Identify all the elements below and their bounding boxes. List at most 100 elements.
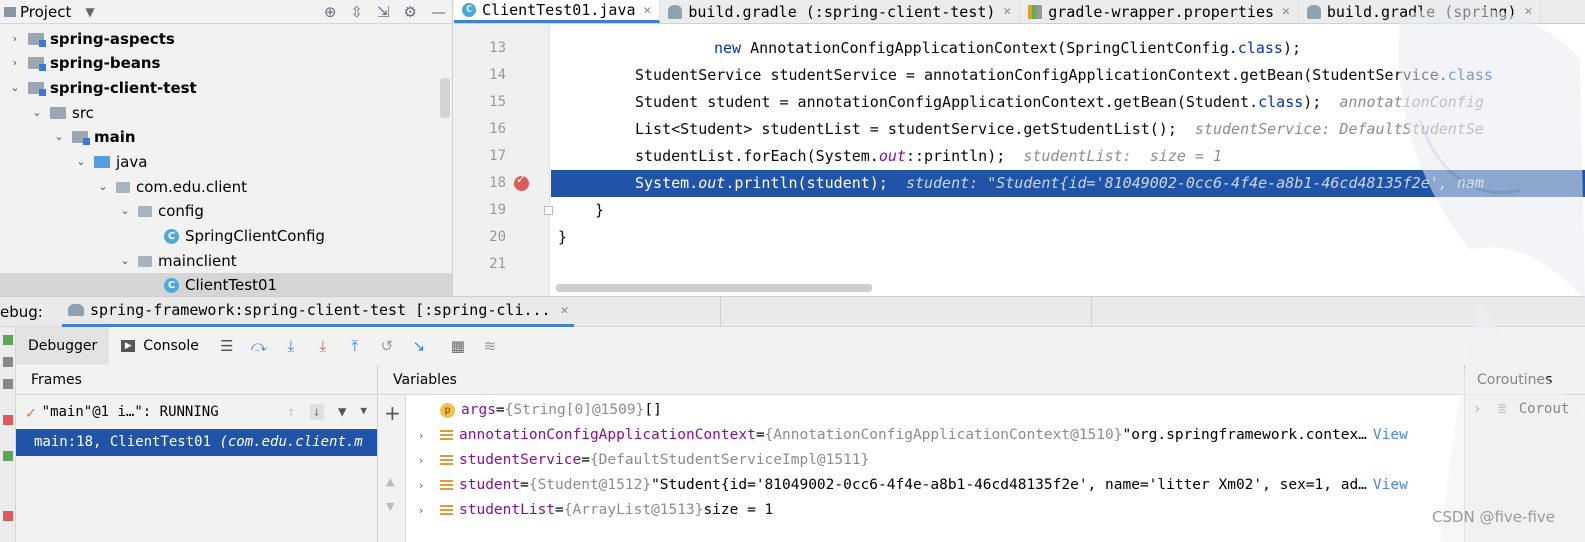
variable-row-studentlist[interactable]: › studentList = {ArrayList@1513} size = …	[414, 498, 1462, 523]
chevron-right-icon[interactable]: ›	[1473, 401, 1481, 417]
thread-selector[interactable]: ✓ "main"@1 i…": RUNNING ↑ ↓ ▼ ▼	[16, 395, 377, 429]
tree-item-springclientconfig[interactable]: C SpringClientConfig	[164, 224, 325, 248]
tree-item-java[interactable]: ⌄ java	[74, 150, 147, 174]
view-link[interactable]: View	[1373, 423, 1408, 448]
chevron-down-icon[interactable]: ⌄	[52, 125, 66, 149]
show-execution-point-icon[interactable]: ⤼	[250, 337, 268, 355]
chevron-down-icon[interactable]: ⌄	[8, 76, 22, 100]
resume-icon[interactable]	[3, 335, 13, 345]
close-icon[interactable]: ✕	[1003, 4, 1011, 19]
close-icon[interactable]: ✕	[561, 303, 569, 318]
tree-item-config[interactable]: ⌄ config	[118, 199, 204, 223]
fold-icon[interactable]	[544, 206, 553, 215]
tree-item-label: SpringClientConfig	[185, 227, 325, 245]
editor-horizontal-scrollbar[interactable]	[556, 284, 872, 292]
debug-session-tab[interactable]: spring-framework:spring-client-test [:sp…	[62, 296, 575, 327]
chevron-down-icon[interactable]: ▼	[360, 404, 367, 420]
close-icon[interactable]: ✕	[644, 3, 652, 18]
chevron-down-icon[interactable]: ⌄	[30, 101, 44, 125]
tab-console[interactable]: ▶ Console	[109, 327, 211, 365]
drop-frame-icon[interactable]: ↺	[378, 337, 396, 355]
close-icon[interactable]: ✕	[1282, 4, 1290, 19]
code-line-16[interactable]: List<Student> studentList = studentServi…	[558, 116, 1585, 143]
add-watch-icon[interactable]: +	[384, 401, 401, 425]
gear-icon[interactable]: ⚙	[404, 3, 417, 21]
variable-row-student[interactable]: › student = {Student@1512} "Student{id='…	[414, 473, 1462, 498]
chevron-right-icon[interactable]: ›	[414, 448, 428, 473]
step-into-icon[interactable]: ⤓	[314, 337, 332, 355]
chevron-down-icon[interactable]: ⌄	[96, 175, 110, 199]
line-number: 15	[489, 94, 506, 110]
tab-debugger[interactable]: Debugger	[16, 327, 110, 365]
project-title[interactable]: Project	[20, 3, 71, 21]
filter-icon[interactable]: ▼	[338, 404, 346, 420]
arrow-up-icon[interactable]: ▲	[386, 475, 394, 488]
variable-value: "org.springframework.contex…	[1122, 427, 1367, 443]
coroutine-row[interactable]: › ≣ Corout	[1465, 395, 1585, 423]
tree-item-clienttest01[interactable]: C ClientTest01	[0, 273, 452, 296]
tree-item-label: src	[72, 104, 94, 122]
variable-value: []	[644, 402, 662, 418]
arrow-down-icon[interactable]: ▼	[386, 500, 394, 513]
variable-type: {Student@1512}	[528, 477, 652, 493]
tree-item-com-edu-client[interactable]: ⌄ com.edu.client	[96, 175, 247, 199]
chevron-down-icon[interactable]: ⌄	[118, 199, 132, 223]
code-token: List<Student> studentList = studentServi…	[635, 120, 1195, 138]
trace-icon[interactable]: ≋	[481, 337, 499, 355]
run-to-cursor-icon[interactable]: ↘	[410, 337, 428, 355]
chevron-right-icon[interactable]: ›	[8, 51, 22, 75]
chevron-right-icon[interactable]: ›	[8, 27, 22, 51]
tree-item-main[interactable]: ⌄ main	[52, 125, 135, 149]
run-icon[interactable]	[3, 451, 13, 461]
editor: C ClientTest01.java ✕ build.gradle (:spr…	[454, 0, 1585, 296]
code-line-15[interactable]: Student student = annotationConfigApplic…	[558, 89, 1585, 116]
minimize-icon[interactable]: —	[431, 3, 446, 21]
tab-build-gradle-spring[interactable]: build.gradle (spring) ✕	[1299, 0, 1542, 23]
breakpoint-icon[interactable]	[514, 172, 529, 191]
chevron-down-icon[interactable]: ▼	[85, 5, 94, 19]
code-token: new	[714, 39, 751, 57]
variable-row-studentservice[interactable]: › studentService = {DefaultStudentServic…	[414, 448, 1462, 473]
tab-gradle-wrapper[interactable]: gradle-wrapper.properties ✕	[1020, 0, 1299, 23]
stop-icon[interactable]	[3, 511, 13, 521]
stack-frame-row[interactable]: main:18, ClientTest01 (com.edu.client.m	[16, 429, 377, 456]
chevron-right-icon[interactable]: ›	[414, 423, 428, 448]
view-breakpoints-icon[interactable]	[3, 415, 13, 425]
tab-clienttest01[interactable]: C ClientTest01.java ✕	[454, 0, 661, 23]
chevron-right-icon[interactable]: ›	[414, 473, 428, 498]
step-out-icon[interactable]: ⤒	[346, 337, 364, 355]
variable-row-annotationconfigapplicationcontext[interactable]: › annotationConfigApplicationContext = {…	[414, 423, 1462, 448]
tree-item-spring-client-test[interactable]: ⌄ spring-client-test	[8, 76, 196, 100]
evaluate-expression-icon[interactable]: ▦	[449, 337, 467, 355]
tree-item-label: spring-aspects	[50, 30, 175, 48]
tree-item-src[interactable]: ⌄ src	[30, 101, 94, 125]
code-line-18-current[interactable]: System.out.println(student); student: "S…	[551, 170, 1585, 197]
close-icon[interactable]: ✕	[1525, 4, 1533, 19]
code-token: System.	[635, 174, 699, 192]
menu-icon[interactable]: ☰	[218, 337, 236, 355]
pause-icon[interactable]	[3, 357, 13, 367]
locate-icon[interactable]: ⊕	[324, 3, 337, 21]
project-scrollbar[interactable]	[440, 78, 450, 118]
view-link[interactable]: View	[1373, 473, 1408, 498]
chevron-down-icon[interactable]: ⌄	[118, 249, 132, 273]
frames-title: Frames	[16, 365, 377, 395]
tree-item-mainclient[interactable]: ⌄ mainclient	[118, 249, 236, 273]
expand-all-icon[interactable]: ⇳	[350, 3, 363, 21]
arrow-up-icon[interactable]: ↑	[287, 404, 295, 420]
tab-build-gradle-client[interactable]: build.gradle (:spring-client-test) ✕	[660, 0, 1021, 23]
rerun-icon[interactable]	[3, 379, 13, 389]
code-line-14[interactable]: StudentService studentService = annotati…	[558, 62, 1585, 89]
code-line-17[interactable]: studentList.forEach(System.out::println)…	[558, 143, 1585, 170]
chevron-right-icon[interactable]: ›	[414, 498, 428, 523]
chevron-down-icon[interactable]: ⌄	[74, 150, 88, 174]
arrow-down-icon[interactable]: ↓	[309, 404, 324, 420]
code-line-13[interactable]: new AnnotationConfigApplicationContext(S…	[558, 35, 1585, 62]
step-over-icon[interactable]: ⤓	[282, 337, 300, 355]
tree-item-spring-beans[interactable]: › spring-beans	[8, 51, 161, 75]
code-line-19[interactable]: }	[558, 197, 1585, 224]
variable-row-args[interactable]: p args = {String[0]@1509} []	[414, 398, 1462, 423]
tree-item-spring-aspects[interactable]: › spring-aspects	[8, 27, 175, 51]
collapse-all-icon[interactable]: ⇲	[377, 3, 390, 21]
code-line-20[interactable]: }	[558, 224, 1585, 251]
